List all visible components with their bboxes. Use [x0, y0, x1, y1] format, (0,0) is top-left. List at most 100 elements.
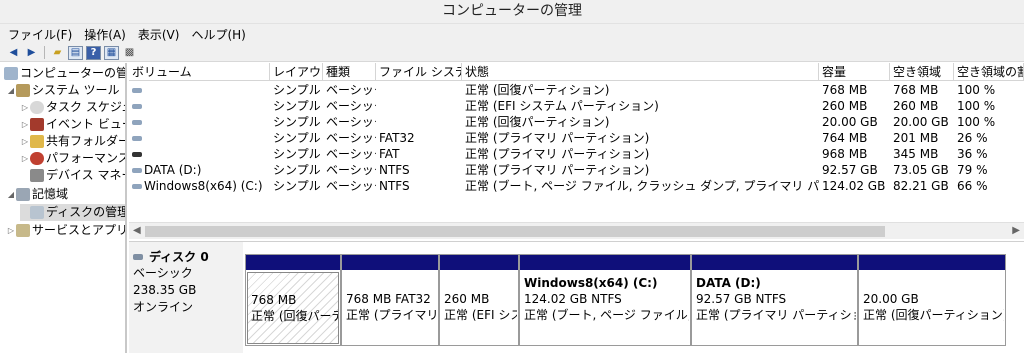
cell-type: ベーシック — [326, 83, 376, 97]
volume-icon — [132, 104, 142, 109]
storage-icon — [16, 188, 30, 201]
cell-layout: シンプル — [273, 99, 321, 113]
expand-arrow-icon[interactable]: ◢ — [6, 82, 16, 99]
volume-row[interactable]: Windows8(x64) (C:) シンプルベーシックNTFS 正常 (ブート, … — [129, 178, 1024, 194]
column-header-layout[interactable]: レイアウト — [270, 63, 323, 81]
volume-row[interactable]: シンプルベーシックFAT 正常 (プライマリ パーティション) 968 MB 345 … — [129, 146, 1024, 162]
expand-arrow-icon[interactable]: ▷ — [20, 150, 30, 167]
tree-item-performance[interactable]: ▷ パフォーマンス — [20, 150, 127, 167]
partition-block[interactable]: Windows8(x64) (C:) 124.02 GB NTFS 正常 (ブート,… — [519, 254, 691, 346]
expand-arrow-icon[interactable]: ▷ — [20, 116, 30, 133]
tree-item-storage[interactable]: ◢ 記憶域 — [6, 186, 68, 203]
tree-item-device-manager[interactable]: デバイス マネージャー — [20, 167, 125, 184]
column-header-volume[interactable]: ボリューム — [129, 63, 270, 81]
volume-name: Windows8(x64) (C:) — [144, 179, 263, 193]
cell-type: ベーシック — [326, 163, 376, 177]
cell-free-space: 82.21 GB — [893, 179, 949, 193]
volume-row[interactable]: DATA (D:) シンプルベーシックNTFS 正常 (プライマリ パーティション)… — [129, 162, 1024, 178]
disk-management-icon — [30, 206, 44, 219]
tree-item-system-tools[interactable]: ◢ システム ツール — [6, 82, 119, 99]
partition-status: 正常 (プライマリ パーティション) — [346, 308, 437, 322]
tree-item-label: イベント ビューアー — [46, 117, 125, 131]
services-icon — [16, 224, 30, 237]
horizontal-scrollbar[interactable]: ◀ ▶ — [129, 222, 1024, 239]
partition-size: 768 MB FAT32 — [346, 292, 431, 306]
volume-icon — [132, 168, 142, 173]
cell-layout: シンプル — [273, 131, 321, 145]
partition-status: 正常 (ブート, ページ ファイル, クラッシュ ダンプ, プライマリ パーティ… — [524, 308, 689, 322]
partition-block[interactable]: 768 MB 正常 (回復パーティション) — [245, 254, 341, 346]
menu-help[interactable]: ヘルプ(H) — [191, 26, 245, 43]
up-folder-icon[interactable]: ▰ — [50, 46, 65, 60]
volume-row[interactable]: シンプルベーシック 正常 (回復パーティション) 768 MB 768 MB 100 % — [129, 82, 1024, 98]
expand-arrow-icon[interactable]: ▷ — [20, 133, 30, 150]
show-hide-tree-icon[interactable]: ▤ — [68, 45, 83, 60]
cell-status: 正常 (プライマリ パーティション) — [465, 147, 650, 161]
menu-action[interactable]: 操作(A) — [84, 26, 126, 43]
tree-item-label: パフォーマンス — [46, 151, 127, 165]
tree-item-label: サービスとアプリケーション — [32, 223, 127, 237]
scroll-left-arrow-icon[interactable]: ◀ — [133, 225, 141, 236]
back-arrow-icon[interactable]: ◀ — [6, 46, 21, 60]
partition-block[interactable]: 260 MB 正常 (EFI システム パーティション) — [439, 254, 519, 346]
cell-free-percent: 100 % — [957, 99, 996, 113]
partition-title: Windows8(x64) (C:) — [524, 276, 658, 290]
partition-header-bar — [342, 255, 438, 270]
cell-volume — [129, 146, 270, 162]
tree-item-services-apps[interactable]: ▷ サービスとアプリケーション — [6, 222, 127, 239]
volume-list: ボリューム レイアウト 種類 ファイル システム 状態 容量 空き領域 空き領域… — [129, 63, 1024, 239]
menu-file[interactable]: ファイル(F) — [8, 26, 72, 43]
shared-folder-icon — [30, 135, 44, 148]
cell-free-percent: 100 % — [957, 115, 996, 129]
scroll-right-arrow-icon[interactable]: ▶ — [1012, 225, 1020, 236]
cell-free-space: 768 MB — [893, 83, 939, 97]
scroll-thumb[interactable] — [145, 226, 885, 237]
tree-item-shared-folders[interactable]: ▷ 共有フォルダー — [20, 133, 127, 150]
partition-header-bar — [246, 255, 340, 270]
disk-graphical-view: ディスク 0 ベーシック 238.35 GB オンライン 768 MB 正常 (回… — [129, 241, 1024, 353]
tree-item-event-viewer[interactable]: ▷ イベント ビューアー — [20, 116, 125, 133]
cell-filesystem — [376, 82, 462, 98]
volume-row[interactable]: シンプルベーシック 正常 (回復パーティション) 20.00 GB 20.00 GB 1… — [129, 114, 1024, 130]
partition-block[interactable]: DATA (D:) 92.57 GB NTFS 正常 (プライマリ パーティション) — [691, 254, 858, 346]
column-header-free-space[interactable]: 空き領域 — [890, 63, 954, 81]
partition-block[interactable]: 20.00 GB 正常 (回復パーティション) — [858, 254, 1006, 346]
column-header-type[interactable]: 種類 — [323, 63, 376, 81]
tree-item-disk-management[interactable]: ディスクの管理 — [20, 204, 127, 221]
cell-capacity: 260 MB — [822, 99, 868, 113]
cell-volume — [129, 98, 270, 114]
column-header-status[interactable]: 状態 — [462, 63, 819, 81]
expand-arrow-icon[interactable]: ◢ — [6, 186, 16, 203]
forward-arrow-icon[interactable]: ▶ — [24, 46, 39, 60]
help-icon[interactable]: ? — [86, 45, 101, 60]
expand-arrow-icon[interactable]: ▷ — [6, 222, 16, 239]
cell-status: 正常 (プライマリ パーティション) — [465, 131, 650, 145]
cell-layout: シンプル — [273, 179, 321, 193]
cell-type: ベーシック — [326, 115, 376, 129]
cell-free-percent: 79 % — [957, 163, 988, 177]
tree-item-label: ディスクの管理 — [46, 205, 127, 219]
tree-item-computer-management[interactable]: コンピューターの管理 — [4, 65, 125, 82]
tree-item-label: 記憶域 — [32, 187, 69, 201]
cell-status: 正常 (回復パーティション) — [465, 83, 610, 97]
action-pane-icon[interactable]: ▦ — [104, 45, 119, 60]
disk-info-panel[interactable]: ディスク 0 ベーシック 238.35 GB オンライン — [129, 242, 243, 353]
volume-icon — [132, 120, 142, 125]
tree-item-label: 共有フォルダー — [46, 134, 127, 148]
properties-icon[interactable]: ▩ — [122, 46, 137, 60]
disk-type: ベーシック — [133, 266, 193, 280]
column-header-filesystem[interactable]: ファイル システム — [376, 63, 462, 81]
expand-arrow-icon[interactable]: ▷ — [20, 99, 30, 116]
menu-view[interactable]: 表示(V) — [138, 26, 180, 43]
column-header-capacity[interactable]: 容量 — [819, 63, 890, 81]
volume-row[interactable]: シンプルベーシックFAT32 正常 (プライマリ パーティション) 764 MB 20… — [129, 130, 1024, 146]
window-title: コンピューターの管理 — [0, 0, 1024, 24]
partition-header-bar — [440, 255, 518, 270]
partition-block[interactable]: 768 MB FAT32 正常 (プライマリ パーティション) — [341, 254, 439, 346]
cell-layout: シンプル — [273, 163, 321, 177]
tree-item-task-scheduler[interactable]: ▷ タスク スケジューラ — [20, 99, 125, 116]
computer-management-icon — [4, 67, 18, 80]
column-header-free-percent[interactable]: 空き領域の割合 — [954, 63, 1024, 81]
partition-size: 768 MB — [251, 293, 297, 307]
volume-row[interactable]: シンプルベーシック 正常 (EFI システム パーティション) 260 MB 260 … — [129, 98, 1024, 114]
